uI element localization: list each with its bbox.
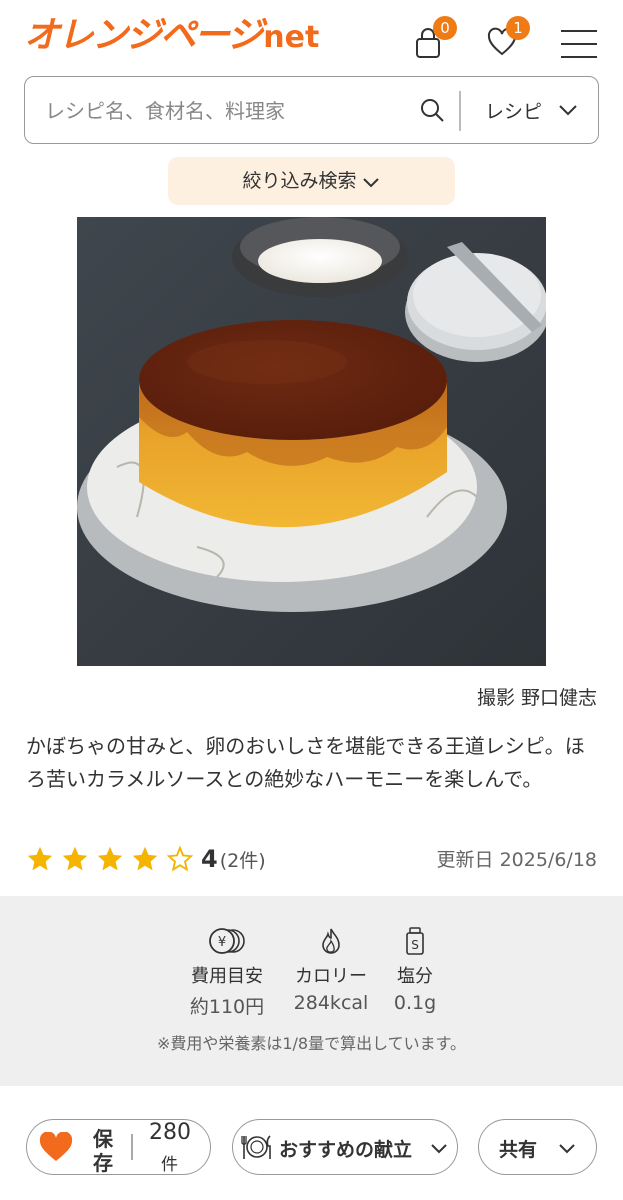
star-filled-icon <box>62 846 88 871</box>
cost-value: 約110円 <box>189 996 265 1018</box>
photo-credit: 撮影 野口健志 <box>476 687 597 709</box>
hamburger-menu-button[interactable] <box>561 30 599 60</box>
calorie-label: カロリー <box>295 966 367 987</box>
nutrition-note: ※費用や栄養素は1/8量で算出しています。 <box>156 1034 467 1053</box>
site-logo[interactable]: オレンジページnet <box>24 6 319 58</box>
salt-shaker-icon: S <box>406 927 424 955</box>
menu-line <box>561 30 597 32</box>
logo-text: オレンジページ <box>24 15 263 56</box>
star-filled-icon <box>132 846 158 871</box>
search-divider <box>459 91 461 131</box>
nutrition-panel: ¥ 費用目安 約110円 カロリー 284kcal S 塩分 0.1g ※費用や… <box>0 896 623 1086</box>
recipe-rating[interactable]: 4 (2件) <box>26 842 266 876</box>
search-icon[interactable] <box>419 97 445 123</box>
rating-count: (2件) <box>219 849 266 872</box>
search-bar: レシピ <box>24 76 599 144</box>
star-empty-icon <box>166 845 194 872</box>
search-category-select[interactable]: レシピ <box>485 97 542 124</box>
chevron-down-icon <box>431 1144 447 1154</box>
recipe-photo <box>77 217 546 666</box>
share-button[interactable]: 共有 <box>478 1119 597 1175</box>
save-label-2: 存 <box>93 1151 113 1175</box>
yen-coins-icon: ¥ <box>209 928 245 954</box>
save-unit: 件 <box>161 1155 178 1175</box>
favorites-button[interactable]: 1 <box>486 16 530 60</box>
search-input[interactable] <box>45 95 405 127</box>
salt-info: S 塩分 0.1g <box>392 926 438 1014</box>
menu-line <box>561 43 597 45</box>
updated-date: 更新日 2025/6/18 <box>436 849 597 871</box>
star-filled-icon <box>97 846 123 871</box>
save-button[interactable]: 保 存 280 件 <box>26 1119 211 1175</box>
save-divider <box>131 1134 133 1160</box>
calorie-value: 284kcal <box>293 992 369 1014</box>
recommended-menu-button[interactable]: おすすめの献立 <box>232 1119 458 1175</box>
cost-info: ¥ 費用目安 約110円 <box>186 926 268 1019</box>
heart-filled-icon <box>39 1132 73 1161</box>
salt-value: 0.1g <box>393 992 437 1014</box>
plate-cutlery-icon <box>241 1135 271 1159</box>
site-header: オレンジページnet 0 1 <box>0 0 623 76</box>
salt-label: 塩分 <box>397 966 433 987</box>
filter-search-button[interactable]: 絞り込み検索 <box>168 157 455 205</box>
recommended-menu-label: おすすめの献立 <box>279 1139 413 1161</box>
cost-label: 費用目安 <box>191 966 263 987</box>
favorites-count-badge: 1 <box>506 16 530 40</box>
save-count: 280 <box>149 1120 191 1145</box>
flame-icon <box>322 928 340 954</box>
logo-suffix: net <box>263 20 320 55</box>
svg-text:S: S <box>411 938 419 952</box>
rating-score: 4 <box>201 845 218 873</box>
recipe-description: かぼちゃの甘みと、卵のおいしさを堪能できる王道レシピ。ほろ苦いカラメルソースとの… <box>26 734 585 791</box>
calorie-info: カロリー 284kcal <box>290 926 372 1014</box>
chevron-down-icon <box>362 177 379 187</box>
filter-label: 絞り込み検索 <box>242 170 357 192</box>
star-filled-icon <box>27 846 53 871</box>
menu-line <box>561 56 597 58</box>
chevron-down-icon <box>559 1144 575 1154</box>
chevron-down-icon[interactable] <box>557 99 579 121</box>
cart-count-badge: 0 <box>433 16 457 40</box>
cart-button[interactable]: 0 <box>413 16 457 60</box>
share-label: 共有 <box>499 1139 538 1161</box>
svg-text:¥: ¥ <box>218 935 226 950</box>
